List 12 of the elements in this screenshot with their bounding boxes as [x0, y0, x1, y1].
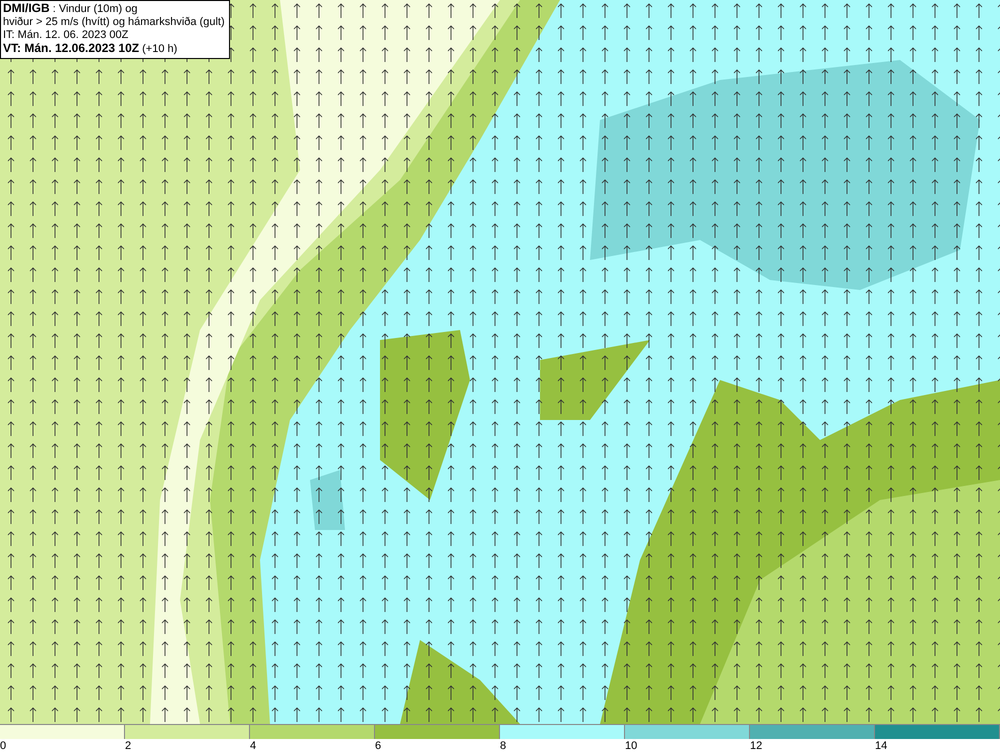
legend-label: 6	[375, 739, 382, 753]
legend-label: 2	[125, 739, 132, 753]
header-text: VT: Mán. 12.06.2023 10Z (+10 h)	[3, 42, 178, 56]
legend-label: 4	[250, 739, 256, 753]
legend-label: 12	[750, 739, 762, 753]
legend-label: 14	[875, 739, 888, 753]
legend-label: 0	[0, 739, 6, 753]
header-text: DMI/IGB : Vindur (10m) og	[3, 2, 139, 16]
legend-label: 8	[500, 739, 506, 753]
header-text: hviður > 25 m/s (hvítt) og hámarkshviða (gult)	[3, 16, 225, 29]
legend-label: 10	[625, 739, 638, 753]
header-text: IT: Mán. 12. 06. 2023 00Z	[3, 29, 130, 42]
